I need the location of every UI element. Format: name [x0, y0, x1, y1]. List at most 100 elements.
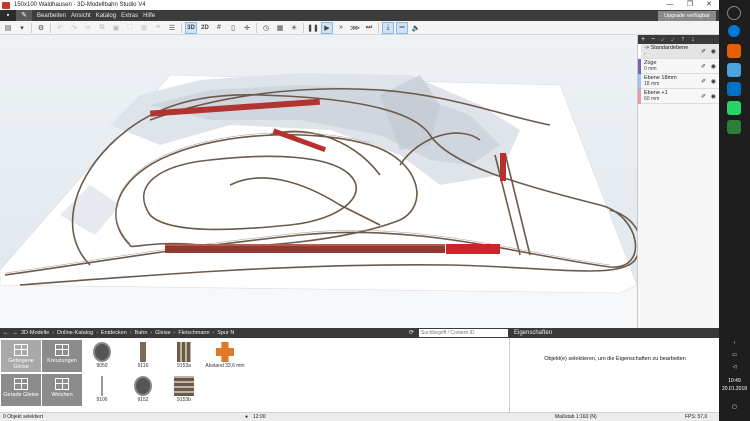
catalog-item[interactable]: 9152	[126, 374, 160, 406]
category-straight-tracks[interactable]: Gerade Gleise	[1, 374, 41, 406]
catalog-item[interactable]: 9116	[126, 340, 160, 372]
volume-icon[interactable]: ◁	[719, 364, 750, 370]
notifications-icon[interactable]: ▢	[719, 404, 750, 410]
tray-chevron-icon[interactable]: ‹	[719, 340, 750, 346]
category-switches[interactable]: Weichen	[42, 374, 82, 406]
breadcrumb-item[interactable]: Entdecken	[101, 330, 127, 336]
time-icon: ●	[245, 414, 249, 420]
grid-icon[interactable]: #	[213, 22, 225, 34]
paste-icon[interactable]: ▣	[110, 22, 122, 34]
layer-height: 0 mm	[644, 66, 657, 72]
pin-icon[interactable]: ✐	[701, 63, 706, 70]
pin-icon[interactable]: ✐	[701, 93, 706, 100]
faster-forward-icon[interactable]: ⋙	[349, 22, 361, 34]
breadcrumb-item[interactable]: Online-Katalog	[57, 330, 93, 336]
clock-icon[interactable]: ◷	[260, 22, 272, 34]
app-logo-icon	[2, 1, 10, 9]
back-arrow-icon[interactable]: ←	[3, 330, 9, 336]
search-circle-icon[interactable]	[727, 6, 741, 20]
layer-row[interactable]: Ebene +1 60 mm ✐ ◉	[638, 89, 719, 104]
fast-forward-icon[interactable]: »	[335, 22, 347, 34]
align-icon[interactable]: ≡	[152, 22, 164, 34]
simulation-time: 12:00	[253, 414, 266, 420]
catalog-item[interactable]: 9050	[85, 340, 119, 372]
catalog-item[interactable]: 9153a	[167, 340, 201, 372]
taskbar-date[interactable]: 20.01.2018	[719, 386, 750, 392]
category-grid-icon	[14, 344, 28, 356]
close-button[interactable]: ✕	[699, 0, 719, 10]
breadcrumb-separator-icon: ›	[52, 330, 54, 336]
catalog-item[interactable]: 9153b	[167, 374, 201, 406]
sound-icon[interactable]: 🔈	[410, 22, 422, 34]
cortana-icon[interactable]	[728, 25, 740, 37]
network-icon[interactable]: ▭	[719, 352, 750, 358]
crosshair-icon[interactable]: ✛	[241, 22, 253, 34]
move-up-icon[interactable]: ↑	[678, 36, 688, 43]
layer-row[interactable]: Züge 0 mm ✐ ◉	[638, 59, 719, 74]
eye-icon[interactable]: ◉	[711, 78, 716, 85]
save-icon[interactable]: ▤	[2, 22, 14, 34]
check-layer-icon[interactable]: ✓	[668, 36, 678, 44]
menu-edit[interactable]: Bearbeiten	[37, 13, 66, 19]
breadcrumb-item[interactable]: Spur N	[217, 330, 234, 336]
minimize-button[interactable]: —	[660, 0, 680, 10]
layers-icon[interactable]: ☰	[166, 22, 178, 34]
copy-icon[interactable]: ⧉	[96, 22, 108, 34]
menu-view[interactable]: Ansicht	[71, 13, 91, 19]
category-crossings[interactable]: Kreuzungen	[42, 340, 82, 372]
3d-viewport[interactable]	[0, 35, 637, 328]
breadcrumb-item[interactable]: Gleise	[155, 330, 171, 336]
undo-icon[interactable]: ↶	[54, 22, 66, 34]
eye-icon[interactable]: ◉	[711, 93, 716, 100]
catalog-item[interactable]: 9106	[85, 374, 119, 406]
move-down-icon[interactable]: ↓	[688, 36, 698, 43]
menu-extras[interactable]: Extras	[121, 13, 138, 19]
add-layer-icon[interactable]: +	[638, 36, 648, 43]
calendar-icon[interactable]: ▦	[274, 22, 286, 34]
track-thumbnail	[177, 342, 191, 362]
maximize-button[interactable]: ❐	[680, 0, 700, 10]
whatsapp-icon[interactable]	[727, 101, 741, 115]
play-icon[interactable]: ▶	[321, 21, 333, 34]
model-railway-app-icon[interactable]	[727, 120, 741, 134]
breadcrumb-item[interactable]: Bahn	[135, 330, 148, 336]
lock-icon[interactable]: ▯	[227, 22, 239, 34]
menu-help[interactable]: Hilfe	[143, 13, 155, 19]
catalog-search-input[interactable]: Suchbegriff / Content-ID	[419, 329, 508, 337]
track-icon[interactable]: ═	[396, 21, 408, 34]
layer-row[interactable]: Ebene 18mm 18 mm ✐ ◉	[638, 74, 719, 89]
group-icon[interactable]: ⛶	[124, 22, 136, 34]
taskbar-time[interactable]: 10:49	[719, 378, 750, 384]
view-2d-button[interactable]: 2D	[199, 22, 211, 34]
remove-layer-icon[interactable]: −	[648, 36, 658, 43]
edit-pencil-icon[interactable]: ✎	[16, 10, 32, 21]
view-3d-button[interactable]: 3D	[185, 21, 197, 34]
pause-icon[interactable]: ❚❚	[307, 22, 319, 34]
menu-catalog[interactable]: Katalog	[96, 13, 116, 19]
settings-gear-icon[interactable]: ⚙	[35, 22, 47, 34]
forward-arrow-icon[interactable]: →	[12, 330, 18, 336]
weather-icon[interactable]: ☀	[288, 22, 300, 34]
category-curved-tracks[interactable]: Gebogene Gleise	[1, 340, 41, 372]
ungroup-icon[interactable]: ⊞	[138, 22, 150, 34]
refresh-icon[interactable]: ⟳	[409, 328, 414, 338]
outlook-icon[interactable]	[727, 82, 741, 96]
layer-row[interactable]: -> Standardebene - ✐ ◉	[638, 44, 719, 59]
breadcrumb-item[interactable]: Fleischmann	[178, 330, 209, 336]
pin-icon[interactable]: ✐	[701, 78, 706, 85]
eye-icon[interactable]: ◉	[711, 63, 716, 70]
cut-icon[interactable]: ✂	[82, 22, 94, 34]
catalog-item[interactable]: Abstand 33,6 mm	[205, 340, 245, 372]
firefox-icon[interactable]	[727, 44, 741, 58]
pin-icon[interactable]: ✐	[701, 48, 706, 55]
dropdown-icon[interactable]: ▾	[16, 22, 28, 34]
breadcrumb-item[interactable]: 3D-Modelle	[21, 330, 49, 336]
download-icon[interactable]: ⤓	[382, 21, 394, 34]
edit-layer-icon[interactable]: ✓	[658, 36, 668, 44]
eye-icon[interactable]: ◉	[711, 48, 716, 55]
upgrade-button[interactable]: Upgrade verfügbar	[658, 11, 716, 21]
skip-end-icon[interactable]: ⏭	[363, 22, 375, 34]
photos-icon[interactable]	[727, 63, 741, 77]
redo-icon[interactable]: ↷	[68, 22, 80, 34]
file-menu-icon[interactable]: ▪	[0, 10, 16, 21]
